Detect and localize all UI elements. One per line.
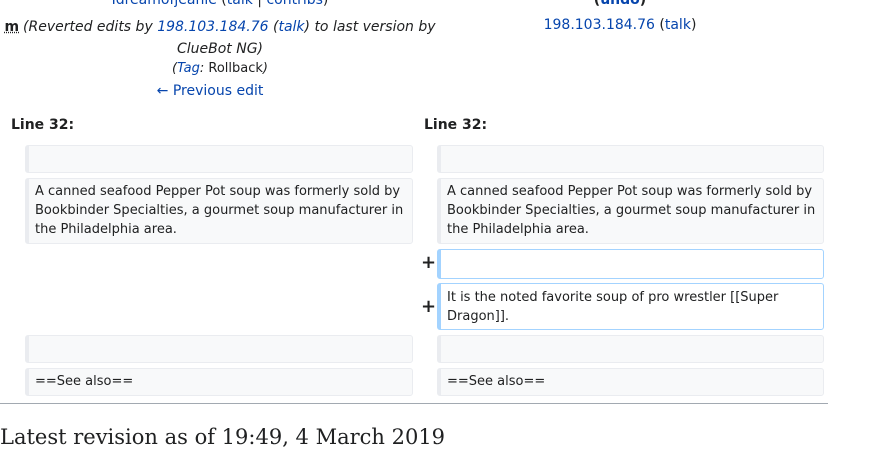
diff-added-marker: + xyxy=(420,296,437,317)
summary-text: (Reverted edits by xyxy=(23,19,158,35)
summary-talk-link[interactable]: talk xyxy=(278,19,304,35)
talk-close: ) xyxy=(690,17,697,33)
previous-edit-link[interactable]: ← Previous edit xyxy=(157,83,264,99)
diff-see-also-left: ==See also== xyxy=(25,368,413,396)
edit-tags: (Tag: Rollback) xyxy=(0,61,440,76)
diff-added-marker: + xyxy=(420,252,437,273)
tags-close: ) xyxy=(262,61,268,76)
latest-revision-heading: Latest revision as of 19:49, 4 March 201… xyxy=(0,425,446,449)
user-talk-link[interactable]: talk xyxy=(227,0,253,8)
minor-edit-flag: m xyxy=(4,19,20,35)
diff-context-left: A canned seafood Pepper Pot soup was for… xyxy=(25,178,413,244)
ip-user-link[interactable]: 198.103.184.76 xyxy=(544,17,655,33)
user-link[interactable]: Idreamofjeanie xyxy=(112,0,217,8)
undo-close: ) xyxy=(639,0,647,8)
revision-user-right: 198.103.184.76 (talk) xyxy=(440,17,800,33)
summary-ip-link[interactable]: 198.103.184.76 xyxy=(157,19,268,35)
diff-see-also-right: ==See also== xyxy=(437,368,824,396)
summary-paren: ( xyxy=(268,19,279,35)
diff-context-empty-right xyxy=(437,335,824,363)
revision-user-line: Idreamofjeanie (talk | contribs) xyxy=(0,0,440,8)
undo-link[interactable]: undo xyxy=(600,0,640,8)
tag-link[interactable]: Tag xyxy=(177,61,200,76)
diff-context-empty-left xyxy=(25,335,413,363)
separator: | xyxy=(257,0,263,8)
undo-line: (undo) xyxy=(440,0,800,8)
diff-context-empty-left xyxy=(25,145,413,173)
ip-talk-link[interactable]: talk xyxy=(665,17,691,33)
edit-summary: m (Reverted edits by 198.103.184.76 (talk… xyxy=(0,16,440,60)
diff-added-empty xyxy=(437,249,824,279)
content-divider xyxy=(0,403,828,404)
line-number-right: Line 32: xyxy=(424,117,488,133)
talk-open: ( xyxy=(654,17,665,33)
user-contribs-link[interactable]: contribs xyxy=(266,0,322,8)
diff-added-text: It is the noted favorite soup of pro wre… xyxy=(437,283,824,330)
diff-context-right: A canned seafood Pepper Pot soup was for… xyxy=(437,178,824,244)
tag-value: Rollback xyxy=(208,61,263,76)
line-number-left: Line 32: xyxy=(11,117,75,133)
diff-context-empty-right xyxy=(437,145,824,173)
